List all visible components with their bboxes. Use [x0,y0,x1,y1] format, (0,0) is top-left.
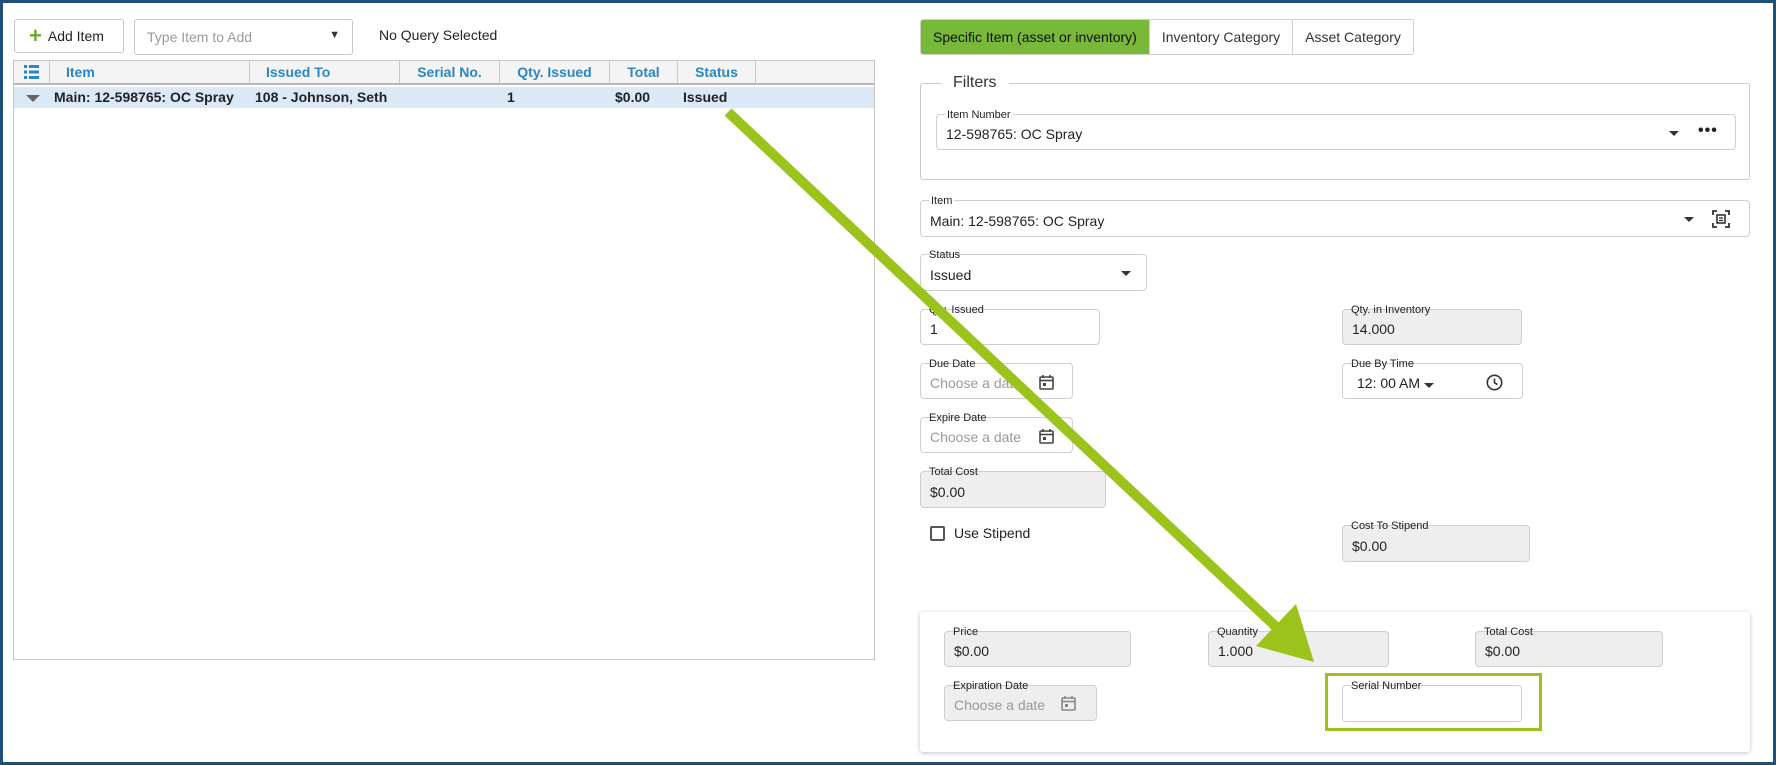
add-item-button[interactable]: + Add Item [14,19,124,53]
item-number-label: Item Number [945,109,1013,121]
price-label: Price [953,626,979,638]
type-item-select[interactable]: Type Item to Add ▼ [134,19,353,55]
cell-qty-issued: 1 [507,89,515,105]
status-select[interactable]: Status Issued [920,249,1147,291]
card-total-cost-label: Total Cost [1484,626,1533,638]
qty-in-inventory-value: 14.000 [1352,321,1395,337]
search-mode-tabs: Specific Item (asset or inventory) Inven… [920,19,1414,55]
total-cost-field: Total Cost $0.00 [920,466,1106,508]
dropdown-arrow-icon[interactable] [1424,383,1434,388]
cell-status: Issued [683,89,728,105]
column-chooser[interactable] [14,61,50,83]
cell-item: Main: 12-598765: OC Spray [54,89,234,105]
dropdown-arrow-icon[interactable]: ▼ [329,29,340,41]
table-row[interactable]: Main: 12-598765: OC Spray 108 - Johnson,… [14,87,874,108]
card-total-cost-field: Total Cost $0.00 [1475,626,1663,667]
qty-in-inventory-label: Qty. in Inventory [1351,304,1431,316]
filters-legend: Filters [941,74,1009,92]
due-date-label: Due Date [929,358,976,370]
quantity-field: Quantity 1.000 [1208,626,1389,667]
tab-asset-category[interactable]: Asset Category [1293,20,1413,54]
expire-date-field[interactable]: Expire Date Choose a date [920,412,1073,453]
use-stipend-label: Use Stipend [954,525,1031,541]
item-number-value: 12-598765: OC Spray [946,126,1083,142]
expand-row-icon[interactable] [26,95,40,102]
column-header-qty-issued[interactable]: Qty. Issued [500,61,610,83]
due-by-time-value: 12: 00 AM [1357,375,1421,391]
card-total-cost-value: $0.00 [1485,643,1521,659]
column-header-serial-no[interactable]: Serial No. [400,61,500,83]
plus-icon: + [29,23,42,48]
dropdown-arrow-icon[interactable] [1669,131,1679,136]
cost-to-stipend-value: $0.00 [1352,538,1388,554]
add-item-label: Add Item [47,28,104,44]
item-field[interactable]: Item Main: 12-598765: OC Spray [920,195,1750,237]
cell-total: $0.00 [615,89,651,105]
calendar-icon[interactable] [1039,428,1054,444]
dropdown-arrow-icon[interactable] [1121,271,1131,276]
quantity-value: 1.000 [1218,643,1254,659]
total-cost-value: $0.00 [930,484,966,500]
query-status: No Query Selected [379,27,498,43]
expiration-date-field[interactable]: Expiration Date Choose a date [944,680,1097,721]
clock-icon[interactable] [1486,374,1503,391]
column-header-total[interactable]: Total [610,61,678,83]
cell-issued-to: 108 - Johnson, Seth [255,89,388,105]
qty-issued-label: Qty. Issued [929,304,984,316]
calendar-icon[interactable] [1061,695,1076,711]
tab-inventory-category[interactable]: Inventory Category [1149,20,1294,54]
cost-to-stipend-field: Cost To Stipend $0.00 [1342,520,1530,562]
qty-issued-field[interactable]: Qty. Issued 1 [920,304,1100,345]
due-date-field[interactable]: Due Date Choose a date [920,358,1073,399]
expire-date-label: Expire Date [929,412,987,424]
issued-items-grid: Item Issued To Serial No. Qty. Issued To… [13,60,875,660]
item-value: Main: 12-598765: OC Spray [930,213,1105,229]
scan-icon[interactable] [1712,210,1730,228]
due-by-time-label: Due By Time [1351,358,1414,370]
use-stipend-checkbox[interactable] [930,526,945,541]
price-value: $0.00 [954,643,990,659]
total-cost-label: Total Cost [929,466,978,478]
qty-issued-value: 1 [930,321,938,337]
quantity-label: Quantity [1217,626,1258,638]
due-date-placeholder: Choose a date [930,375,1022,391]
expire-date-placeholder: Choose a date [930,429,1022,445]
serial-number-highlight [1325,673,1542,731]
column-header-issued-to[interactable]: Issued To [250,61,400,83]
calendar-icon[interactable] [1039,374,1054,390]
grid-header: Item Issued To Serial No. Qty. Issued To… [14,61,874,85]
list-icon [24,65,39,79]
qty-in-inventory-field: Qty. in Inventory 14.000 [1342,304,1522,345]
cost-to-stipend-label: Cost To Stipend [1351,520,1429,532]
column-header-status[interactable]: Status [678,61,756,83]
type-item-placeholder: Type Item to Add [147,29,253,45]
tab-specific-item[interactable]: Specific Item (asset or inventory) [921,20,1150,54]
due-by-time-field[interactable]: Due By Time 12: 00 AM [1342,358,1523,399]
expiration-date-placeholder: Choose a date [954,697,1046,713]
item-label: Item [929,195,955,207]
dropdown-arrow-icon[interactable] [1684,217,1694,222]
price-field: Price $0.00 [944,626,1131,667]
column-header-item[interactable]: Item [50,61,250,83]
filters-fieldset: Filters Item Number 12-598765: OC Spray … [920,74,1750,180]
more-options-icon[interactable]: ••• [1698,123,1718,139]
status-label: Status [929,249,961,261]
status-value: Issued [930,267,972,283]
expiration-date-label: Expiration Date [953,680,1029,692]
item-number-field[interactable]: Item Number 12-598765: OC Spray ••• [936,109,1736,150]
